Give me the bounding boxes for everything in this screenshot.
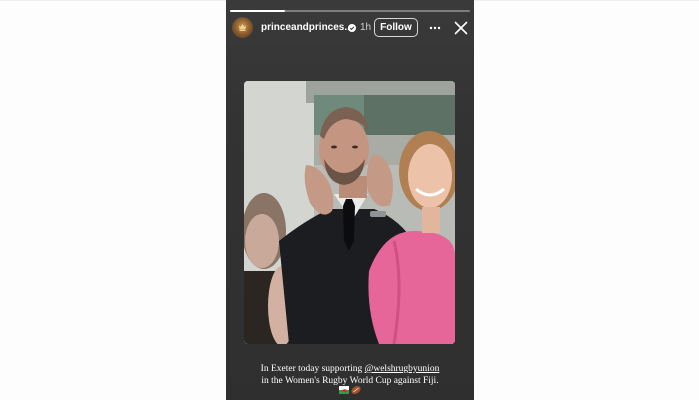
close-icon[interactable]: [454, 21, 468, 35]
caption-emojis: [339, 385, 361, 395]
wales-flag-icon: [339, 386, 349, 394]
rugby-ball-icon: [351, 385, 361, 395]
story-caption: In Exeter today supporting @welshrugbyun…: [232, 363, 468, 387]
more-options-icon[interactable]: [429, 22, 441, 34]
story-photo: [244, 81, 455, 344]
caption-text: In Exeter today supporting: [260, 364, 365, 374]
post-time: 1h: [360, 22, 372, 33]
avatar[interactable]: [232, 17, 253, 38]
story-header: princeandprinces... 1h Follow: [232, 17, 470, 39]
story-progress-bar: [230, 10, 470, 12]
username-link[interactable]: princeandprinces...: [261, 22, 353, 33]
story-progress-fill: [230, 10, 286, 12]
royal-crest-icon: [239, 24, 246, 31]
mention-link[interactable]: @welshrugbyunion: [365, 364, 440, 374]
follow-button[interactable]: Follow: [374, 18, 418, 37]
verified-badge-icon: [348, 24, 356, 32]
